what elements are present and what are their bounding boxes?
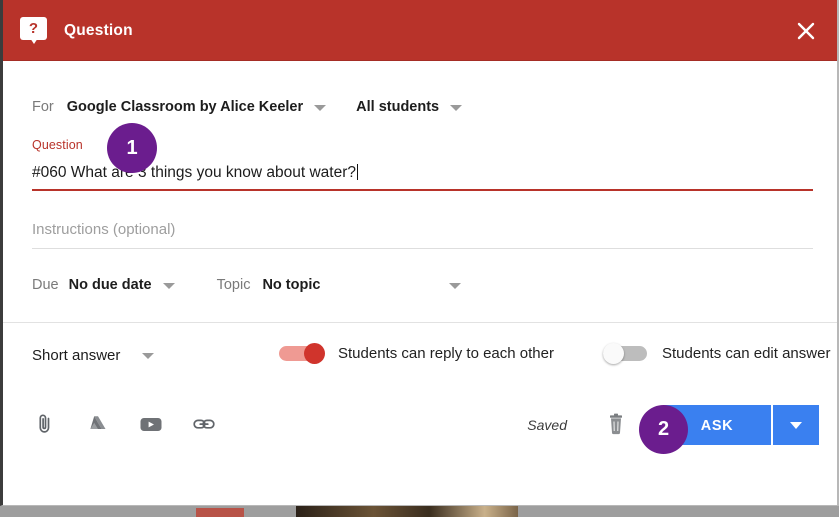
trash-icon[interactable] [605, 412, 627, 438]
toggle-reply-group: Students can reply to each other [279, 343, 554, 364]
class-selector[interactable]: Google Classroom by Alice Keeler [66, 99, 327, 115]
question-input[interactable]: #060 What are 3 things you know about wa… [32, 164, 813, 191]
due-date-selector[interactable]: No due date [69, 277, 175, 293]
toggle-students-can-edit[interactable] [603, 343, 649, 364]
toggle-edit-label: Students can edit answer [662, 345, 831, 362]
due-label: Due [32, 277, 59, 293]
chevron-down-icon [449, 283, 462, 289]
background-thumbnail-right [296, 506, 518, 517]
dialog-header: ? Question [3, 0, 837, 61]
answer-options-row: Short answer Students can reply to each … [3, 323, 837, 387]
due-date-value: No due date [68, 277, 152, 293]
instructions-input[interactable]: Instructions (optional) [32, 221, 813, 249]
dialog-action-bar: Saved ASK [3, 387, 837, 461]
toggle-edit-group: Students can edit answer [603, 343, 830, 364]
due-topic-row: Due No due date Topic No topic [32, 272, 837, 298]
chevron-down-icon [142, 353, 155, 359]
instructions-placeholder: Instructions (optional) [32, 221, 176, 238]
chevron-down-icon [790, 421, 802, 429]
answer-type-selector[interactable]: Short answer [32, 346, 155, 364]
annotation-step-1: 1 [107, 123, 157, 173]
saved-status: Saved [527, 417, 567, 433]
link-icon[interactable] [191, 411, 217, 437]
toggle-students-can-reply[interactable] [279, 343, 325, 364]
answer-type-value: Short answer [32, 346, 121, 364]
close-icon[interactable] [791, 16, 821, 46]
chevron-down-icon [450, 105, 463, 111]
ask-dropdown-button[interactable] [773, 405, 819, 445]
screenshot-root: ? Question For Google Classroom by Alice… [0, 0, 839, 517]
class-name-value: Google Classroom by Alice Keeler [66, 99, 304, 115]
topic-selector[interactable]: No topic [262, 277, 462, 293]
annotation-step-2: 2 [639, 405, 688, 454]
chevron-down-icon [314, 105, 327, 111]
chevron-down-icon [162, 283, 175, 289]
background-thumbnail-left [196, 508, 244, 517]
paperclip-icon[interactable] [32, 411, 58, 437]
text-cursor [356, 164, 359, 180]
topic-value: No topic [262, 277, 321, 293]
dialog-title: Question [64, 21, 133, 39]
question-dialog: ? Question For Google Classroom by Alice… [0, 0, 839, 506]
topic-label: Topic [216, 277, 251, 293]
google-drive-icon[interactable] [85, 411, 111, 437]
question-input-value: #060 What are 3 things you know about wa… [32, 164, 356, 181]
toggle-reply-label: Students can reply to each other [338, 345, 554, 362]
question-bubble-icon: ? [20, 17, 47, 44]
audience-selector[interactable]: All students [356, 99, 463, 115]
youtube-icon[interactable] [138, 411, 164, 437]
for-label: For [32, 99, 54, 115]
audience-value: All students [356, 99, 440, 115]
